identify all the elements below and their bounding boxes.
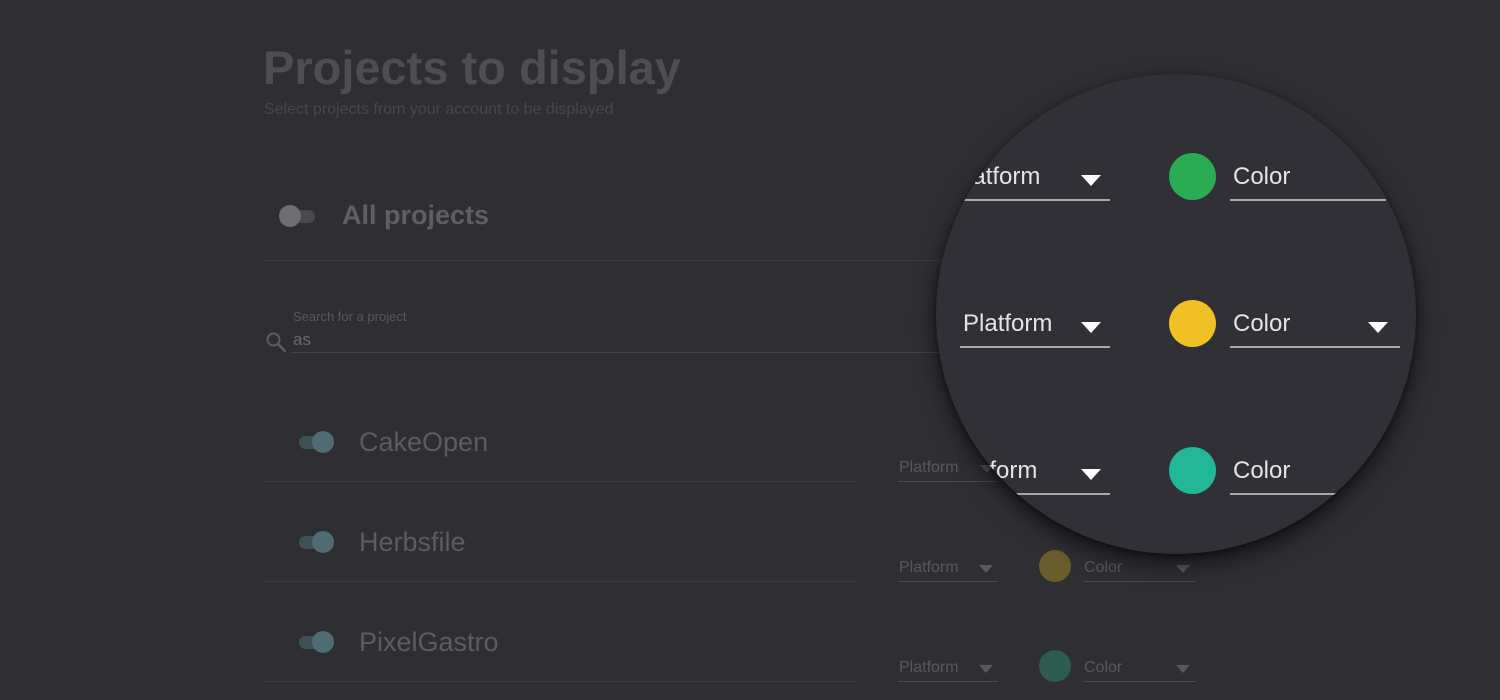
platform-select-label: Platform (963, 310, 1053, 337)
chevron-down-icon (1081, 175, 1101, 186)
project-name: PixelGastro (359, 627, 499, 657)
color-select[interactable]: Color (1230, 163, 1386, 201)
page-title: Projects to display (263, 41, 681, 94)
color-swatch[interactable] (1169, 153, 1216, 200)
platform-select-label: Platform (899, 559, 959, 576)
color-select-label: Color (1233, 310, 1291, 337)
color-select-label: Color (1233, 457, 1291, 484)
color-select-label: Color (1084, 559, 1123, 576)
color-swatch[interactable] (1169, 300, 1216, 347)
platform-select[interactable]: Platform (948, 457, 1110, 495)
color-select[interactable]: Color (1230, 457, 1338, 495)
search-input[interactable] (291, 328, 935, 352)
platform-select-label: Platform (899, 659, 959, 676)
row-divider (264, 581, 858, 582)
chevron-down-icon (979, 565, 993, 573)
chevron-down-icon (979, 665, 993, 673)
search-icon (266, 332, 287, 353)
chevron-down-icon (1176, 565, 1190, 573)
color-select-label: Color (1084, 659, 1123, 676)
chevron-down-icon (1081, 469, 1101, 480)
color-select[interactable]: Color (1083, 559, 1196, 582)
color-select[interactable]: Color (1230, 310, 1400, 348)
toggle-knob (279, 205, 301, 227)
project-toggle[interactable] (297, 631, 334, 653)
row-divider (264, 481, 858, 482)
search-underline (291, 352, 941, 353)
platform-select[interactable]: Platform (898, 559, 998, 582)
project-name: Herbsfile (359, 527, 466, 557)
toggle-knob (312, 431, 334, 453)
chevron-down-icon (1081, 322, 1101, 333)
project-toggle[interactable] (297, 531, 334, 553)
page-subtitle: Select projects from your account to be … (264, 101, 614, 118)
toggle-knob (312, 531, 334, 553)
color-select-label: Color (1233, 163, 1291, 190)
color-swatch[interactable] (1039, 550, 1071, 582)
divider (264, 260, 944, 261)
chevron-down-icon (1176, 665, 1190, 673)
magnifier-lens: Platform Color Platform Color Platform C… (936, 74, 1416, 554)
search-label: Search for a project (293, 309, 407, 324)
color-select[interactable]: Color (1083, 659, 1196, 682)
all-projects-label: All projects (342, 200, 490, 230)
project-toggle[interactable] (297, 431, 334, 453)
toggle-knob (312, 631, 334, 653)
platform-select-label: Platform (951, 163, 1041, 190)
platform-select[interactable]: Platform (898, 659, 998, 682)
project-name: CakeOpen (359, 427, 489, 457)
row-divider (264, 681, 858, 682)
all-projects-toggle[interactable] (279, 205, 315, 227)
color-swatch[interactable] (1039, 650, 1071, 682)
color-swatch[interactable] (1169, 447, 1216, 494)
platform-select-label: Platform (948, 457, 1038, 484)
platform-select[interactable]: Platform (951, 163, 1110, 201)
chevron-down-icon (1368, 322, 1388, 333)
platform-select[interactable]: Platform (960, 310, 1110, 348)
